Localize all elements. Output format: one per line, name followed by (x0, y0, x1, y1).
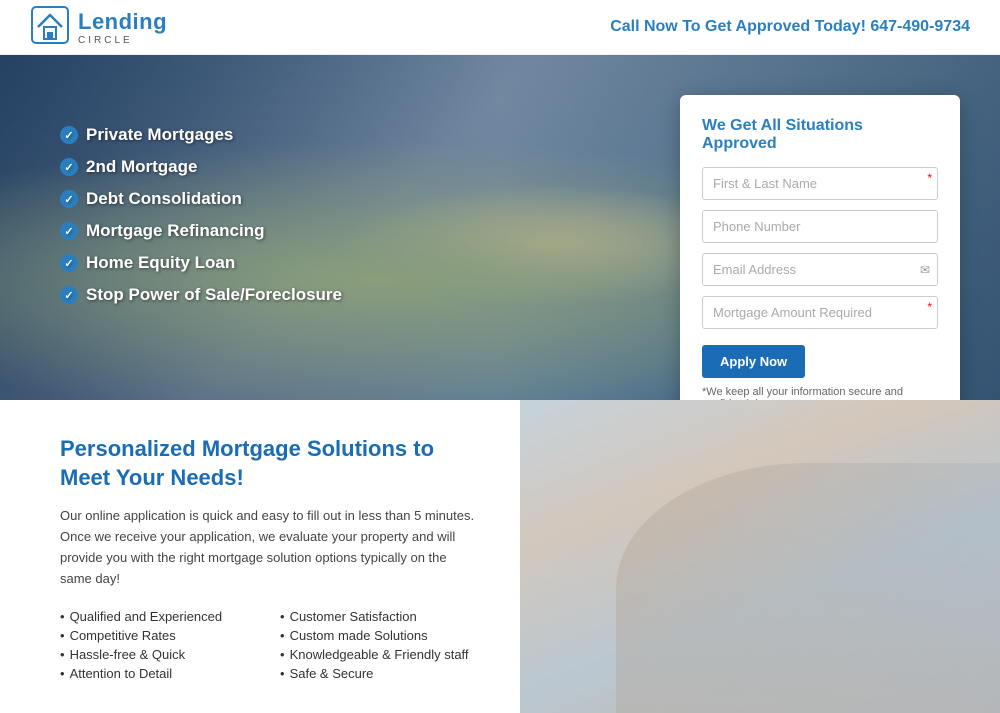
logo-lending-text: Lending (78, 9, 167, 35)
solutions-heading: Personalized Mortgage Solutions to Meet … (60, 435, 480, 492)
apply-button[interactable]: Apply Now (702, 345, 805, 378)
bullet-icon: • (60, 647, 65, 662)
form-title: We Get All Situations Approved (702, 117, 938, 153)
check-icon: ✓ (60, 286, 78, 304)
name-input[interactable] (702, 167, 938, 200)
logo-icon (30, 5, 70, 50)
email-icon: ✉ (920, 263, 930, 277)
bullet-icon: • (280, 647, 285, 662)
site-header: Lending CIRCLE Call Now To Get Approved … (0, 0, 1000, 55)
check-icon: ✓ (60, 126, 78, 144)
amount-field-group: * (702, 296, 938, 329)
header-phone[interactable]: 647-490-9734 (870, 18, 970, 35)
bullet-icon: • (60, 666, 65, 681)
solutions-section: Personalized Mortgage Solutions to Meet … (0, 400, 1000, 713)
list-item: • Competitive Rates (60, 626, 260, 645)
logo-text: Lending CIRCLE (78, 9, 167, 46)
name-required-star: * (927, 171, 932, 185)
logo[interactable]: Lending CIRCLE (30, 5, 167, 50)
hero-list-item: ✓Stop Power of Sale/Foreclosure (60, 285, 342, 305)
check-icon: ✓ (60, 254, 78, 272)
list-item: • Hassle-free & Quick (60, 645, 260, 664)
bullet-icon: • (280, 628, 285, 643)
solutions-content: Personalized Mortgage Solutions to Meet … (0, 400, 520, 713)
list-item: • Custom made Solutions (280, 626, 480, 645)
list-item: • Knowledgeable & Friendly staff (280, 645, 480, 664)
list-item: • Qualified and Experienced (60, 607, 260, 626)
phone-input[interactable] (702, 210, 938, 243)
header-cta-text: Call Now To Get Approved Today! (610, 18, 866, 35)
hero-list-item: ✓Home Equity Loan (60, 253, 342, 273)
hero-content: ✓Private Mortgages ✓2nd Mortgage ✓Debt Con… (0, 55, 1000, 400)
list-item: • Safe & Secure (280, 664, 480, 683)
check-icon: ✓ (60, 222, 78, 240)
features-col1: • Qualified and Experienced• Competitive… (60, 607, 260, 683)
bullet-icon: • (60, 628, 65, 643)
hero-list-item: ✓Mortgage Refinancing (60, 221, 342, 241)
form-privacy-text: *We keep all your information secure and… (702, 386, 938, 400)
application-form-card: We Get All Situations Approved * ✉ * App… (680, 95, 960, 400)
solutions-description: Our online application is quick and easy… (60, 506, 480, 589)
features-grid: • Qualified and Experienced• Competitive… (60, 607, 480, 683)
email-input[interactable] (702, 253, 938, 286)
phone-field-group (702, 210, 938, 243)
features-col2: • Customer Satisfaction• Custom made Sol… (280, 607, 480, 683)
header-cta: Call Now To Get Approved Today! 647-490-… (610, 18, 970, 36)
name-field-group: * (702, 167, 938, 200)
hero-list-item: ✓Debt Consolidation (60, 189, 342, 209)
amount-required-star: * (927, 300, 932, 314)
logo-circle-text: CIRCLE (78, 35, 167, 46)
email-field-group: ✉ (702, 253, 938, 286)
hero-feature-list: ✓Private Mortgages ✓2nd Mortgage ✓Debt Con… (60, 95, 342, 317)
list-item: • Attention to Detail (60, 664, 260, 683)
bullet-icon: • (60, 609, 65, 624)
check-icon: ✓ (60, 158, 78, 176)
list-item: • Customer Satisfaction (280, 607, 480, 626)
hero-section: ✓Private Mortgages ✓2nd Mortgage ✓Debt Con… (0, 55, 1000, 400)
check-icon: ✓ (60, 190, 78, 208)
bullet-icon: • (280, 666, 285, 681)
hero-list-item: ✓Private Mortgages (60, 125, 342, 145)
bullet-icon: • (280, 609, 285, 624)
amount-input[interactable] (702, 296, 938, 329)
solutions-image (520, 400, 1000, 713)
hero-list-item: ✓2nd Mortgage (60, 157, 342, 177)
